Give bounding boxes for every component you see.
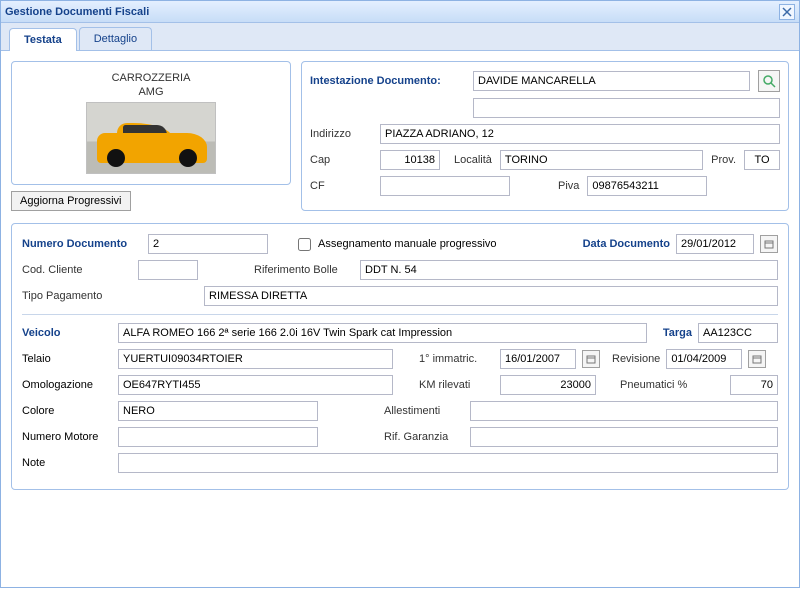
data-documento-label: Data Documento bbox=[583, 238, 670, 250]
tab-content: CARROZZERIA AMG Aggiorna Progressivi Int… bbox=[1, 51, 799, 589]
veicolo-input[interactable] bbox=[118, 323, 647, 343]
allestimenti-input[interactable] bbox=[470, 401, 778, 421]
close-icon bbox=[782, 7, 792, 17]
numero-documento-input[interactable] bbox=[148, 234, 268, 254]
tab-testata[interactable]: Testata bbox=[9, 28, 77, 51]
intestazione-name-input[interactable] bbox=[473, 71, 750, 91]
localita-label: Località bbox=[454, 154, 492, 166]
km-input[interactable] bbox=[500, 375, 596, 395]
omologazione-label: Omologazione bbox=[22, 379, 112, 391]
telaio-input[interactable] bbox=[118, 349, 393, 369]
company-panel: CARROZZERIA AMG bbox=[11, 61, 291, 185]
cap-input[interactable] bbox=[380, 150, 440, 170]
revisione-calendar-button[interactable] bbox=[748, 350, 766, 368]
colore-label: Colore bbox=[22, 405, 112, 417]
omologazione-input[interactable] bbox=[118, 375, 393, 395]
targa-label: Targa bbox=[663, 327, 692, 339]
rif-bolle-label: Riferimento Bolle bbox=[254, 264, 354, 276]
rif-bolle-input[interactable] bbox=[360, 260, 778, 280]
company-line1: CARROZZERIA bbox=[20, 72, 282, 84]
numero-motore-label: Numero Motore bbox=[22, 431, 112, 443]
allestimenti-label: Allestimenti bbox=[384, 405, 464, 417]
indirizzo-input[interactable] bbox=[380, 124, 780, 144]
rif-garanzia-label: Rif. Garanzia bbox=[384, 431, 464, 443]
prov-input[interactable] bbox=[744, 150, 780, 170]
tipo-pagamento-label: Tipo Pagamento bbox=[22, 290, 132, 302]
numero-documento-label: Numero Documento bbox=[22, 238, 142, 250]
company-line2: AMG bbox=[20, 86, 282, 98]
calendar-icon bbox=[764, 239, 774, 249]
tipo-pagamento-input[interactable] bbox=[204, 286, 778, 306]
assegnamento-label: Assegnamento manuale progressivo bbox=[318, 238, 497, 250]
immatric-calendar-button[interactable] bbox=[582, 350, 600, 368]
tabbar: Testata Dettaglio bbox=[1, 23, 799, 51]
immatric-label: 1° immatric. bbox=[419, 353, 494, 365]
document-panel: Numero Documento Assegnamento manuale pr… bbox=[11, 223, 789, 490]
vehicle-image bbox=[86, 102, 216, 174]
cf-input[interactable] bbox=[380, 176, 510, 196]
note-label: Note bbox=[22, 457, 112, 469]
tab-dettaglio[interactable]: Dettaglio bbox=[79, 27, 152, 50]
calendar-icon bbox=[586, 354, 596, 364]
immatric-input[interactable] bbox=[500, 349, 576, 369]
piva-input[interactable] bbox=[587, 176, 707, 196]
assegnamento-checkbox[interactable] bbox=[298, 238, 311, 251]
cf-label: CF bbox=[310, 180, 372, 192]
calendar-icon bbox=[752, 354, 762, 364]
telaio-label: Telaio bbox=[22, 353, 112, 365]
titlebar: Gestione Documenti Fiscali bbox=[1, 1, 799, 23]
prov-label: Prov. bbox=[711, 154, 736, 166]
company-block: CARROZZERIA AMG Aggiorna Progressivi bbox=[11, 61, 291, 211]
cod-cliente-input[interactable] bbox=[138, 260, 198, 280]
indirizzo-label: Indirizzo bbox=[310, 128, 372, 140]
aggiorna-progressivi-button[interactable]: Aggiorna Progressivi bbox=[11, 191, 131, 211]
intestazione-panel: Intestazione Documento: Indirizzo Cap bbox=[301, 61, 789, 211]
km-label: KM rilevati bbox=[419, 379, 494, 391]
pneumatici-label: Pneumatici % bbox=[620, 379, 687, 391]
veicolo-label: Veicolo bbox=[22, 327, 112, 339]
close-button[interactable] bbox=[779, 4, 795, 20]
separator bbox=[22, 314, 778, 315]
revisione-input[interactable] bbox=[666, 349, 742, 369]
numero-motore-input[interactable] bbox=[118, 427, 318, 447]
search-customer-button[interactable] bbox=[758, 70, 780, 92]
colore-input[interactable] bbox=[118, 401, 318, 421]
intestazione-extra-input[interactable] bbox=[473, 98, 780, 118]
cod-cliente-label: Cod. Cliente bbox=[22, 264, 132, 276]
data-documento-calendar-button[interactable] bbox=[760, 235, 778, 253]
targa-input[interactable] bbox=[698, 323, 778, 343]
revisione-label: Revisione bbox=[612, 353, 660, 365]
rif-garanzia-input[interactable] bbox=[470, 427, 778, 447]
localita-input[interactable] bbox=[500, 150, 703, 170]
search-icon bbox=[762, 74, 776, 88]
intestazione-label: Intestazione Documento: bbox=[310, 75, 465, 87]
pneumatici-input[interactable] bbox=[730, 375, 778, 395]
note-input[interactable] bbox=[118, 453, 778, 473]
cap-label: Cap bbox=[310, 154, 372, 166]
piva-label: Piva bbox=[558, 180, 579, 192]
window-title: Gestione Documenti Fiscali bbox=[5, 6, 149, 18]
app-window: Gestione Documenti Fiscali Testata Detta… bbox=[0, 0, 800, 588]
data-documento-input[interactable] bbox=[676, 234, 754, 254]
